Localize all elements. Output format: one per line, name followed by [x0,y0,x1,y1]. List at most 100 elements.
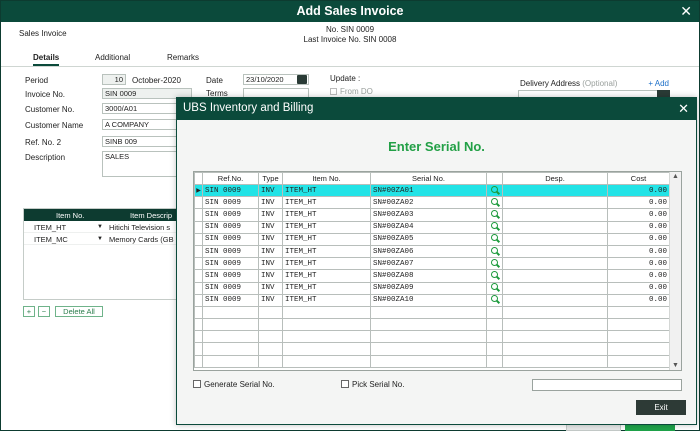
serial-no-cell[interactable]: SN#00ZA05 [370,232,487,246]
search-icon[interactable] [491,234,498,242]
serial-no-cell[interactable]: SN#00ZA10 [370,293,487,307]
search-icon[interactable] [491,246,498,254]
tab-remarks[interactable]: Remarks [167,53,199,62]
items-grid: Item No. Item Descrip ITEM_HT ▼ Hitichi … [23,208,179,300]
search-icon[interactable] [491,209,498,217]
desp-cell[interactable] [502,220,608,234]
empty-cell [194,318,203,332]
window-title: Add Sales Invoice [296,4,404,18]
search-cell[interactable] [486,269,503,283]
generate-serial-checkbox[interactable]: Generate Serial No. [193,380,275,389]
search-cell[interactable] [486,220,503,234]
empty-cell [370,342,487,356]
table-row-empty[interactable] [194,318,670,332]
pick-serial-box[interactable] [341,380,349,388]
desp-cell[interactable] [502,269,608,283]
table-row[interactable]: ITEM_MC ▼ Memory Cards (GB [24,233,178,245]
serial-no-cell[interactable]: SN#00ZA01 [370,183,487,198]
table-row-empty[interactable] [194,305,670,320]
from-do-box[interactable] [330,88,337,95]
period-number-field[interactable]: 10 [102,74,126,85]
ref-no-2-field[interactable]: SINB 009 [102,136,180,147]
search-icon[interactable] [491,197,498,205]
search-cell[interactable] [486,281,503,295]
search-icon[interactable] [491,270,498,278]
delete-all-button[interactable]: Delete All [55,306,103,317]
tab-details[interactable]: Details [33,53,60,66]
from-do-checkbox[interactable]: From DO [330,87,373,96]
generate-serial-box[interactable] [193,380,201,388]
table-row[interactable]: SIN 0009 INV ITEM_HT SN#00ZA08 0.00 [194,269,670,283]
search-cell[interactable] [486,257,503,271]
close-icon[interactable]: ✕ [678,101,689,117]
scroll-down-icon[interactable]: ▼ [672,362,679,369]
desp-cell[interactable] [502,281,608,295]
serial-no-cell[interactable]: SN#00ZA02 [370,196,487,210]
table-row-empty[interactable] [194,330,670,344]
add-delivery-address-link[interactable]: + Add [648,79,669,88]
serial-no-cell[interactable]: SN#00ZA07 [370,257,487,271]
row-indicator [194,281,203,295]
table-row[interactable]: SIN 0009 INV ITEM_HT SN#00ZA03 0.00 [194,208,670,222]
pick-serial-checkbox[interactable]: Pick Serial No. [341,380,404,389]
table-row[interactable]: SIN 0009 INV ITEM_HT SN#00ZA07 0.00 [194,257,670,271]
item-no-cell: ITEM_HT [282,183,371,198]
serial-no-cell[interactable]: SN#00ZA09 [370,281,487,295]
table-row[interactable]: ITEM_HT ▼ Hitichi Television s [24,221,178,233]
table-row[interactable]: SIN 0009 INV ITEM_HT SN#00ZA10 0.00 [194,293,670,307]
desp-cell[interactable] [502,232,608,246]
table-row[interactable]: ▶ SIN 0009 INV ITEM_HT SN#00ZA01 0.00 [194,183,670,198]
search-cell[interactable] [486,196,503,210]
customer-name-field[interactable]: A COMPANY [102,119,180,130]
customer-no-field[interactable]: 3000/A01 [102,103,180,114]
dropdown-icon[interactable]: ▼ [97,224,103,230]
search-icon[interactable] [491,283,498,291]
desp-cell[interactable] [502,183,608,198]
exit-button[interactable]: Exit [636,400,686,415]
pick-serial-label: Pick Serial No. [352,380,405,389]
serial-no-cell[interactable]: SN#00ZA06 [370,244,487,259]
desp-cell[interactable] [502,208,608,222]
search-icon[interactable] [491,295,498,303]
serial-no-cell[interactable]: SN#00ZA08 [370,269,487,283]
row-indicator [194,244,203,259]
search-cell[interactable] [486,244,503,259]
table-row[interactable]: SIN 0009 INV ITEM_HT SN#00ZA06 0.00 [194,244,670,259]
empty-cell [258,330,283,344]
desp-cell[interactable] [502,196,608,210]
desp-cell[interactable] [502,293,608,307]
ref-no-cell: SIN 0009 [202,269,259,283]
description-field[interactable]: SALES [102,151,180,177]
desp-cell[interactable] [502,244,608,259]
table-row[interactable]: SIN 0009 INV ITEM_HT SN#00ZA04 0.00 [194,220,670,234]
col-type: Type [258,172,283,185]
table-row-empty[interactable] [194,342,670,356]
close-icon[interactable]: ✕ [680,3,692,20]
col-item-desc: Item Descrip [130,211,173,220]
search-cell[interactable] [486,232,503,246]
remove-row-button[interactable]: − [38,306,50,317]
dropdown-icon[interactable]: ▼ [97,236,103,242]
search-icon[interactable] [491,185,498,193]
search-cell[interactable] [486,183,503,198]
desp-cell[interactable] [502,257,608,271]
calendar-icon[interactable] [297,75,307,84]
table-row-empty[interactable] [194,354,670,368]
vertical-scrollbar[interactable]: ▲ ▼ [669,172,681,370]
add-row-button[interactable]: + [23,306,35,317]
serial-no-cell[interactable]: SN#00ZA03 [370,208,487,222]
table-row[interactable]: SIN 0009 INV ITEM_HT SN#00ZA02 0.00 [194,196,670,210]
serial-entry-field[interactable] [532,379,682,391]
ref-no-2-label: Ref. No. 2 [25,138,62,147]
last-invoice-number: Last Invoice No. SIN 0008 [303,35,397,44]
search-cell[interactable] [486,293,503,307]
serial-no-cell[interactable]: SN#00ZA04 [370,220,487,234]
search-cell[interactable] [486,208,503,222]
tab-additional[interactable]: Additional [95,53,130,62]
table-row[interactable]: SIN 0009 INV ITEM_HT SN#00ZA09 0.00 [194,281,670,295]
search-icon[interactable] [491,222,498,230]
search-icon[interactable] [491,258,498,266]
table-row[interactable]: SIN 0009 INV ITEM_HT SN#00ZA05 0.00 [194,232,670,246]
row-indicator [194,232,203,246]
scroll-up-icon[interactable]: ▲ [672,173,679,180]
